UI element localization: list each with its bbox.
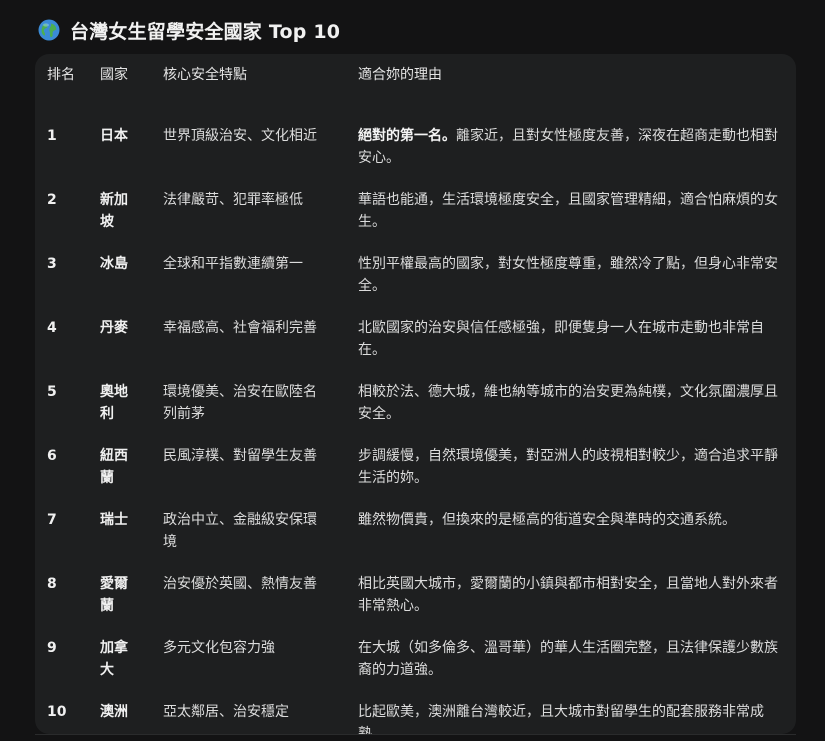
table-row: 8 愛爾蘭 治安優於英國、熱情友善 相比英國大城市，愛爾蘭的小鎮與都市相對安全，… bbox=[35, 564, 796, 628]
country-cell: 澳洲 bbox=[100, 704, 128, 720]
page-title: 台灣女生留學安全國家 Top 10 bbox=[70, 20, 341, 43]
rank-cell: 8 bbox=[47, 576, 57, 592]
header-rank: 排名 bbox=[47, 67, 75, 83]
table-row: 9 加拿大 多元文化包容力強 在大城（如多倫多、溫哥華）的華人生活圈完整，且法律… bbox=[35, 628, 796, 692]
header-country: 國家 bbox=[100, 67, 128, 83]
reason-cell: 在大城（如多倫多、溫哥華）的華人生活圈完整，且法律保護少數族裔的力道強。 bbox=[358, 640, 778, 678]
country-cell: 愛爾蘭 bbox=[100, 576, 128, 614]
country-cell: 加拿大 bbox=[100, 640, 128, 678]
feature-cell: 世界頂級治安、文化相近 bbox=[163, 128, 317, 144]
rank-cell: 7 bbox=[47, 512, 57, 528]
rank-cell: 6 bbox=[47, 448, 57, 464]
globe-icon bbox=[38, 19, 60, 41]
table-header-row: 排名 國家 核心安全特點 適合妳的理由 bbox=[35, 54, 796, 116]
feature-cell: 多元文化包容力強 bbox=[163, 640, 275, 656]
reason-cell: 北歐國家的治安與信任感極強，即便隻身一人在城市走動也非常自在。 bbox=[358, 320, 764, 358]
feature-cell: 治安優於英國、熱情友善 bbox=[163, 576, 317, 592]
title-row: 台灣女生留學安全國家 Top 10 bbox=[38, 16, 340, 44]
table-row: 2 新加坡 法律嚴苛、犯罪率極低 華語也能通，生活環境極度安全，且國家管理精細，… bbox=[35, 180, 796, 244]
rank-cell: 1 bbox=[47, 128, 57, 144]
feature-cell: 全球和平指數連續第一 bbox=[163, 256, 303, 272]
table-row: 6 紐西蘭 民風淳樸、對留學生友善 步調緩慢，自然環境優美，對亞洲人的歧視相對較… bbox=[35, 436, 796, 500]
feature-cell: 民風淳樸、對留學生友善 bbox=[163, 448, 317, 464]
rank-cell: 4 bbox=[47, 320, 57, 336]
table-row: 10 澳洲 亞太鄰居、治安穩定 比起歐美，澳洲離台灣較近，且大城市對留學生的配套… bbox=[35, 692, 796, 734]
table-row: 4 丹麥 幸福感高、社會福利完善 北歐國家的治安與信任感極強，即便隻身一人在城市… bbox=[35, 308, 796, 372]
feature-cell: 亞太鄰居、治安穩定 bbox=[163, 704, 289, 720]
header-feature: 核心安全特點 bbox=[163, 67, 247, 83]
feature-cell: 環境優美、治安在歐陸名列前茅 bbox=[163, 384, 317, 422]
table-row: 1 日本 世界頂級治安、文化相近 絕對的第一名。離家近，且對女性極度友善，深夜在… bbox=[35, 116, 796, 180]
reason-cell: 絕對的第一名。離家近，且對女性極度友善，深夜在超商走動也相對安心。 bbox=[348, 116, 796, 180]
header-reason: 適合妳的理由 bbox=[358, 67, 442, 83]
country-cell: 瑞士 bbox=[100, 512, 128, 528]
table-row: 3 冰島 全球和平指數連續第一 性別平權最高的國家，對女性極度尊重，雖然冷了點，… bbox=[35, 244, 796, 308]
feature-cell: 幸福感高、社會福利完善 bbox=[163, 320, 317, 336]
feature-cell: 法律嚴苛、犯罪率極低 bbox=[163, 192, 303, 208]
rank-cell: 3 bbox=[47, 256, 57, 272]
table-row: 7 瑞士 政治中立、金融級安保環境 雖然物價貴，但換來的是極高的街道安全與準時的… bbox=[35, 500, 796, 564]
ranking-table-card: 排名 國家 核心安全特點 適合妳的理由 1 日本 世界頂級治安、文化相近 絕對的… bbox=[35, 54, 796, 734]
reason-lead: 絕對的第一名。 bbox=[358, 128, 456, 144]
country-cell: 奧地利 bbox=[100, 384, 128, 422]
country-cell: 日本 bbox=[100, 128, 128, 144]
country-cell: 新加坡 bbox=[100, 192, 128, 230]
bottom-divider bbox=[35, 734, 796, 735]
reason-cell: 雖然物價貴，但換來的是極高的街道安全與準時的交通系統。 bbox=[358, 512, 736, 528]
page: 台灣女生留學安全國家 Top 10 排名 國家 核心安全特點 適合妳的理由 1 bbox=[0, 0, 825, 741]
reason-cell: 比起歐美，澳洲離台灣較近，且大城市對留學生的配套服務非常成熟。 bbox=[358, 704, 764, 734]
reason-cell: 華語也能通，生活環境極度安全，且國家管理精細，適合怕麻煩的女生。 bbox=[358, 192, 778, 230]
rank-cell: 2 bbox=[47, 192, 57, 208]
rank-cell: 5 bbox=[47, 384, 57, 400]
reason-cell: 步調緩慢，自然環境優美，對亞洲人的歧視相對較少，適合追求平靜生活的妳。 bbox=[358, 448, 778, 486]
country-cell: 丹麥 bbox=[100, 320, 128, 336]
rank-cell: 9 bbox=[47, 640, 57, 656]
ranking-table: 排名 國家 核心安全特點 適合妳的理由 1 日本 世界頂級治安、文化相近 絕對的… bbox=[35, 54, 796, 734]
country-cell: 紐西蘭 bbox=[100, 448, 128, 486]
table-row: 5 奧地利 環境優美、治安在歐陸名列前茅 相較於法、德大城，維也納等城市的治安更… bbox=[35, 372, 796, 436]
rank-cell: 10 bbox=[47, 704, 67, 720]
feature-cell: 政治中立、金融級安保環境 bbox=[163, 512, 317, 550]
reason-cell: 性別平權最高的國家，對女性極度尊重，雖然冷了點，但身心非常安全。 bbox=[358, 256, 778, 294]
reason-cell: 相比英國大城市，愛爾蘭的小鎮與都市相對安全，且當地人對外來者非常熱心。 bbox=[358, 576, 778, 614]
country-cell: 冰島 bbox=[100, 256, 128, 272]
reason-cell: 相較於法、德大城，維也納等城市的治安更為純樸，文化氛圍濃厚且安全。 bbox=[358, 384, 778, 422]
